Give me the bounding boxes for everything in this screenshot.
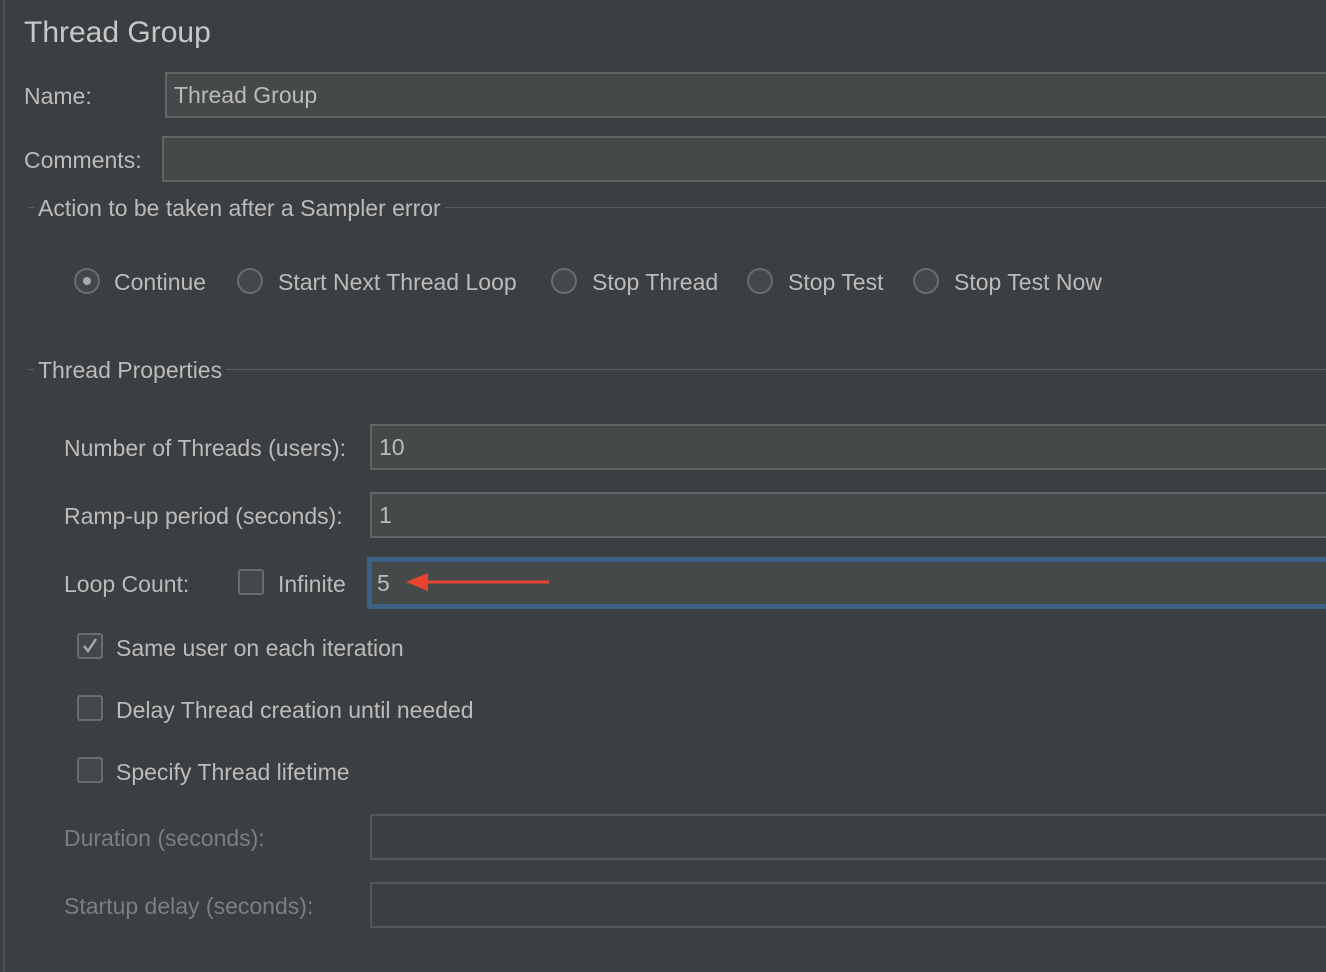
radio-selected-dot (83, 277, 91, 285)
page-title: Thread Group (24, 16, 211, 49)
loop-count-label: Loop Count: (64, 571, 190, 597)
ramp-up-label: Ramp-up period (seconds): (64, 503, 343, 529)
duration-label: Duration (seconds): (64, 825, 265, 851)
name-input-value: Thread Group (174, 81, 318, 108)
startup-delay-input[interactable] (370, 882, 1326, 928)
panel-left-border (3, 0, 5, 972)
radio-stop-test[interactable] (747, 268, 773, 294)
name-input[interactable]: Thread Group (165, 72, 1326, 118)
checkmark-icon (83, 638, 97, 654)
num-threads-label: Number of Threads (users): (64, 435, 347, 461)
duration-input[interactable] (370, 814, 1326, 860)
num-threads-value: 10 (379, 433, 405, 460)
radio-start-next-thread-loop-label[interactable]: Start Next Thread Loop (278, 269, 517, 296)
radio-continue-label[interactable]: Continue (114, 269, 206, 296)
ramp-up-value: 1 (379, 501, 392, 528)
loop-count-value: 5 (377, 569, 390, 596)
comments-label: Comments: (24, 147, 142, 173)
radio-continue[interactable] (74, 268, 100, 294)
annotation-arrow-icon (406, 573, 549, 591)
thread-properties-group-title: Thread Properties (34, 357, 227, 384)
ramp-up-input[interactable]: 1 (370, 492, 1326, 538)
name-label: Name: (24, 83, 92, 109)
infinite-checkbox[interactable] (238, 569, 264, 595)
sampler-error-group-title: Action to be taken after a Sampler error (34, 195, 445, 222)
radio-stop-test-now[interactable] (913, 268, 939, 294)
delay-creation-label[interactable]: Delay Thread creation until needed (116, 697, 474, 724)
radio-stop-test-label[interactable]: Stop Test (788, 269, 883, 296)
same-user-checkbox[interactable] (77, 633, 103, 659)
same-user-label[interactable]: Same user on each iteration (116, 635, 404, 662)
radio-start-next-thread-loop[interactable] (237, 268, 263, 294)
delay-creation-checkbox[interactable] (77, 695, 103, 721)
radio-stop-thread[interactable] (551, 268, 577, 294)
comments-input[interactable] (162, 136, 1326, 182)
specify-lifetime-checkbox[interactable] (77, 757, 103, 783)
startup-delay-label: Startup delay (seconds): (64, 893, 314, 919)
num-threads-input[interactable]: 10 (370, 424, 1326, 470)
radio-stop-test-now-label[interactable]: Stop Test Now (954, 269, 1102, 296)
specify-lifetime-label[interactable]: Specify Thread lifetime (116, 759, 350, 786)
radio-stop-thread-label[interactable]: Stop Thread (592, 269, 718, 296)
infinite-label[interactable]: Infinite (278, 571, 346, 598)
